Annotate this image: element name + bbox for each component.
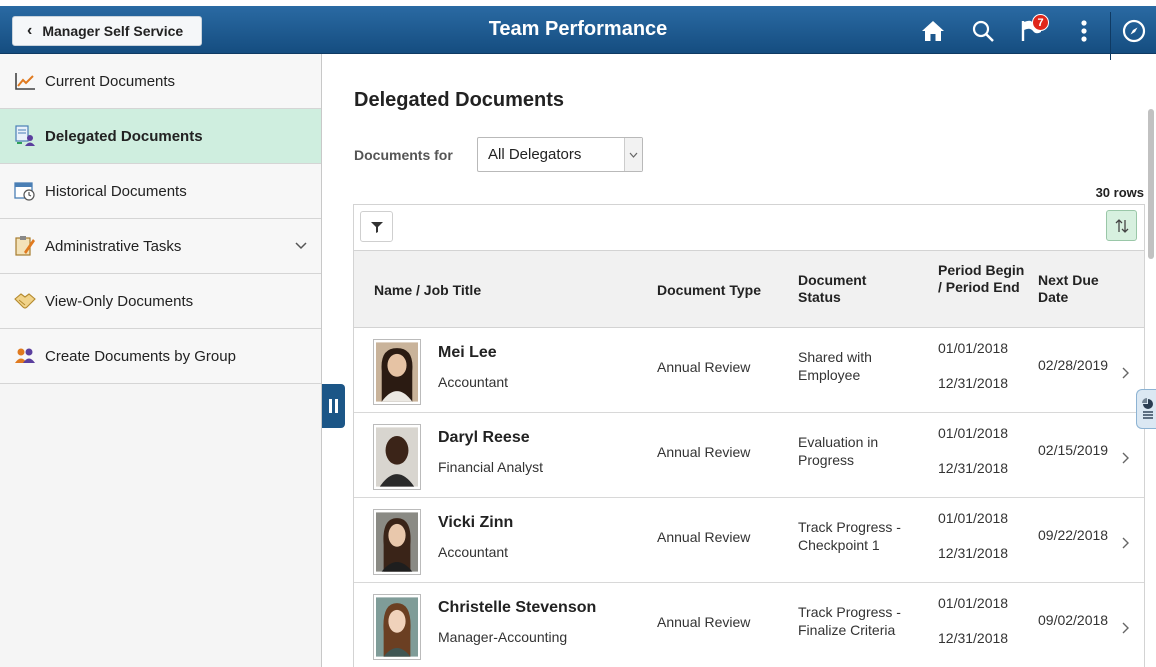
next-due-date: 09/02/2018 bbox=[1038, 612, 1109, 628]
chevron-right-icon bbox=[1122, 366, 1130, 382]
period-end: 12/31/2018 bbox=[938, 630, 1009, 646]
document-type: Annual Review bbox=[657, 444, 751, 460]
related-content-tab[interactable] bbox=[1136, 389, 1156, 429]
next-due-date: 02/28/2019 bbox=[1038, 357, 1109, 373]
row-count: 30 rows bbox=[1095, 185, 1144, 200]
employee-job-title: Manager-Accounting bbox=[438, 629, 568, 645]
chevron-right-icon bbox=[1122, 621, 1130, 637]
employee-name: Mei Lee bbox=[438, 344, 497, 361]
filter-icon bbox=[370, 221, 383, 233]
sidebar-item-administrative-tasks[interactable]: Administrative Tasks bbox=[0, 219, 321, 274]
sidebar-item-label: Delegated Documents bbox=[45, 127, 203, 145]
header-divider bbox=[1110, 12, 1111, 60]
sidebar: Current Documents Delegated Documents Hi… bbox=[0, 54, 322, 667]
handshake-icon bbox=[14, 290, 36, 312]
document-status: Track Progress - Finalize Criteria bbox=[798, 604, 901, 638]
employee-name: Daryl Reese bbox=[438, 429, 530, 446]
column-header-next-due-date[interactable]: Next Due Date bbox=[1038, 272, 1118, 306]
table-row[interactable]: Daryl Reese Financial Analyst Annual Rev… bbox=[354, 413, 1144, 498]
chevron-left-icon: ‹ bbox=[27, 22, 33, 39]
grid-toolbar bbox=[354, 205, 1144, 251]
chevron-right-icon bbox=[1122, 536, 1130, 552]
sort-icon bbox=[1115, 218, 1128, 233]
sidebar-item-label: Current Documents bbox=[45, 72, 176, 90]
filter-button[interactable] bbox=[360, 211, 393, 242]
back-button[interactable]: ‹ Manager Self Service bbox=[12, 16, 202, 46]
document-type: Annual Review bbox=[657, 359, 751, 375]
sidebar-item-label: View-Only Documents bbox=[45, 292, 194, 310]
actions-menu-icon[interactable] bbox=[1067, 14, 1101, 48]
period-end: 12/31/2018 bbox=[938, 460, 1009, 476]
employee-job-title: Accountant bbox=[438, 544, 509, 560]
column-header-document-status[interactable]: Document Status bbox=[798, 272, 898, 306]
document-status: Shared with Employee bbox=[798, 349, 872, 383]
line-chart-icon bbox=[14, 70, 36, 92]
next-due-date: 02/15/2019 bbox=[1038, 442, 1109, 458]
back-button-label: Manager Self Service bbox=[42, 23, 184, 39]
chevron-down-icon bbox=[624, 138, 642, 171]
table-row[interactable]: Mei Lee Accountant Annual Review Shared … bbox=[354, 328, 1144, 413]
document-status: Track Progress - Checkpoint 1 bbox=[798, 519, 901, 553]
banner: ‹ Manager Self Service Team Performance … bbox=[0, 6, 1156, 60]
sidebar-item-label: Create Documents by Group bbox=[45, 347, 236, 365]
calendar-clock-icon bbox=[14, 180, 36, 202]
grid-header: Name / Job Title Document Type Document … bbox=[354, 251, 1144, 328]
header-bar: ‹ Manager Self Service Team Performance … bbox=[0, 0, 1156, 62]
document-status: Evaluation in Progress bbox=[798, 434, 879, 468]
sidebar-item-historical-documents[interactable]: Historical Documents bbox=[0, 164, 321, 219]
sidebar-item-label: Administrative Tasks bbox=[45, 237, 182, 255]
table-row[interactable]: Christelle Stevenson Manager-Accounting … bbox=[354, 583, 1144, 667]
employee-photo bbox=[373, 424, 421, 490]
next-due-date: 09/22/2018 bbox=[1038, 527, 1109, 543]
column-header-document-type[interactable]: Document Type bbox=[657, 282, 761, 299]
related-content-icon bbox=[1141, 398, 1153, 419]
sidebar-item-view-only-documents[interactable]: View-Only Documents bbox=[0, 274, 321, 329]
navbar-compass-icon[interactable] bbox=[1117, 14, 1151, 48]
period-begin: 01/01/2018 bbox=[938, 340, 1009, 356]
document-type: Annual Review bbox=[657, 529, 751, 545]
column-header-name[interactable]: Name / Job Title bbox=[374, 282, 481, 299]
documents-for-value: All Delegators bbox=[488, 146, 582, 163]
sidebar-item-create-documents-by-group[interactable]: Create Documents by Group bbox=[0, 329, 321, 384]
documents-for-select[interactable]: All Delegators bbox=[477, 137, 643, 172]
notification-count-badge: 7 bbox=[1032, 14, 1049, 31]
employee-job-title: Financial Analyst bbox=[438, 459, 544, 475]
employee-name: Christelle Stevenson bbox=[438, 599, 597, 616]
employee-photo bbox=[373, 339, 421, 405]
period-end: 12/31/2018 bbox=[938, 545, 1009, 561]
employee-photo bbox=[373, 509, 421, 575]
sidebar-item-label: Historical Documents bbox=[45, 182, 187, 200]
period-begin: 01/01/2018 bbox=[938, 595, 1009, 611]
period-begin: 01/01/2018 bbox=[938, 425, 1009, 441]
search-icon[interactable] bbox=[966, 14, 1000, 48]
period-begin: 01/01/2018 bbox=[938, 510, 1009, 526]
section-title: Delegated Documents bbox=[354, 89, 565, 111]
group-people-icon bbox=[14, 345, 36, 367]
employee-photo bbox=[373, 594, 421, 660]
notification-flag-icon[interactable]: 7 bbox=[1014, 14, 1049, 48]
chevron-down-icon[interactable] bbox=[295, 237, 307, 253]
main-content: Delegated Documents Documents for All De… bbox=[323, 54, 1156, 667]
sort-button[interactable] bbox=[1106, 210, 1137, 241]
table-row[interactable]: Vicki Zinn Accountant Annual Review Trac… bbox=[354, 498, 1144, 583]
clipboard-pencil-icon bbox=[14, 235, 36, 257]
employee-job-title: Accountant bbox=[438, 374, 509, 390]
sidebar-item-delegated-documents[interactable]: Delegated Documents bbox=[0, 109, 321, 164]
document-type: Annual Review bbox=[657, 614, 751, 630]
vertical-scrollbar[interactable] bbox=[1148, 109, 1154, 259]
column-header-period[interactable]: Period Begin / Period End bbox=[938, 262, 1028, 296]
documents-grid: Name / Job Title Document Type Document … bbox=[353, 204, 1145, 667]
delegated-docs-icon bbox=[14, 125, 36, 147]
documents-for-label: Documents for bbox=[354, 147, 453, 163]
period-end: 12/31/2018 bbox=[938, 375, 1009, 391]
employee-name: Vicki Zinn bbox=[438, 514, 514, 531]
sidebar-item-current-documents[interactable]: Current Documents bbox=[0, 54, 321, 109]
chevron-right-icon bbox=[1122, 451, 1130, 467]
home-icon[interactable] bbox=[916, 14, 950, 48]
